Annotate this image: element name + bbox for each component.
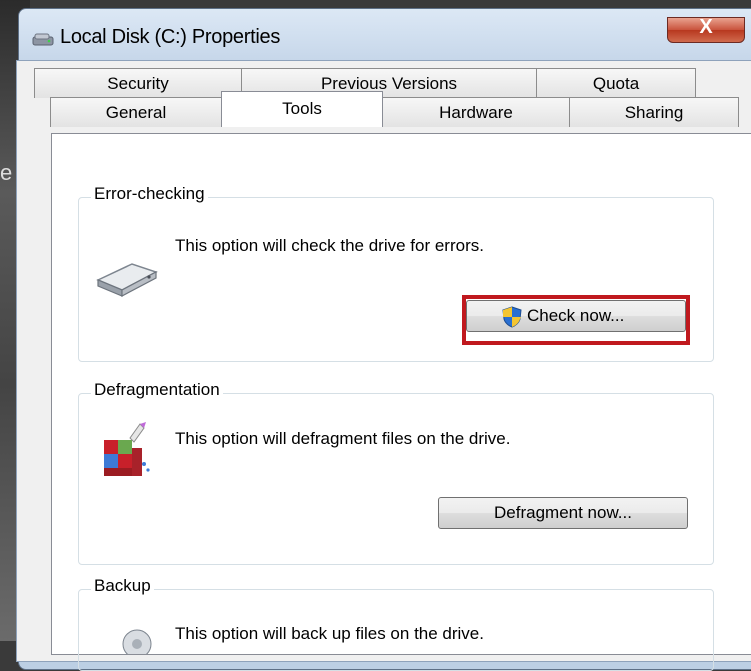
backup-label: Backup [91,576,154,596]
close-button[interactable]: X [667,16,745,43]
tab-tools[interactable]: Tools [221,91,383,127]
desktop-fragment-text: e [0,160,13,185]
tab-general[interactable]: General [50,97,222,127]
drive-title-icon [32,33,54,46]
title-bar[interactable]: Local Disk (C:) Properties X [19,9,751,59]
tab-security[interactable]: Security [34,68,242,98]
backup-description: This option will back up files on the dr… [175,624,484,643]
tab-quota[interactable]: Quota [536,68,696,98]
tab-sharing[interactable]: Sharing [569,97,739,127]
defragmentation-label: Defragmentation [91,380,223,400]
drive-icon [96,263,158,297]
window-title: Local Disk (C:) Properties [60,26,281,48]
red-highlight-box [462,295,690,345]
defrag-icon [104,422,150,476]
defragmentation-description: This option will defragment files on the… [175,429,511,448]
tab-row-bottom: General Tools Hardware Sharing [50,91,739,127]
backup-icon [122,629,152,654]
error-checking-label: Error-checking [91,184,208,204]
close-icon: X [699,16,713,38]
defragment-now-button[interactable]: Defragment now... [438,497,688,529]
error-checking-description: This option will check the drive for err… [175,236,484,255]
defragmentation-group: Defragmentation [78,380,714,565]
tab-hardware[interactable]: Hardware [382,97,570,127]
